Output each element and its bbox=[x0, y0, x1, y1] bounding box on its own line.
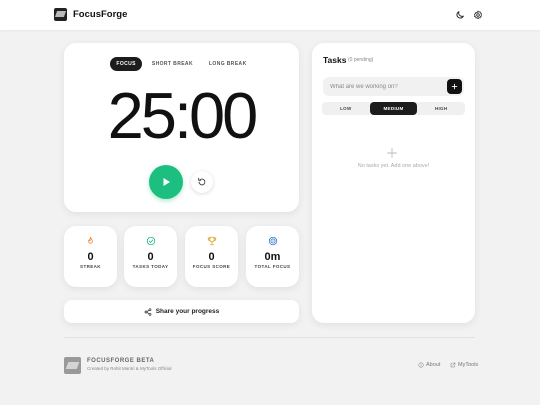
share-label: Share your progress bbox=[155, 308, 220, 315]
timer-display: 25:00 bbox=[107, 79, 259, 152]
about-link[interactable]: About bbox=[418, 362, 440, 368]
stat-label: FOCUS SCORE bbox=[192, 264, 231, 269]
mode-tabs: FOCUS SHORT BREAK LONG BREAK bbox=[64, 57, 299, 71]
reset-button[interactable] bbox=[191, 171, 213, 193]
share-icon bbox=[144, 307, 152, 316]
stat-tasks-today: 0 TASKS TODAY bbox=[124, 226, 177, 287]
priority-medium[interactable]: MEDIUM bbox=[369, 102, 418, 115]
gear-icon[interactable] bbox=[472, 9, 484, 21]
check-circle-icon bbox=[124, 236, 177, 246]
stat-value: 0m bbox=[264, 251, 281, 263]
stat-streak: 0 STREAK bbox=[64, 226, 117, 287]
add-task-button[interactable] bbox=[447, 79, 462, 94]
mytools-label: MyTools bbox=[458, 362, 479, 368]
empty-tasks-message: No tasks yet. Add one above! bbox=[357, 163, 430, 169]
stat-label: TASKS TODAY bbox=[132, 264, 169, 269]
stat-value: 0 bbox=[87, 251, 94, 263]
tab-focus[interactable]: FOCUS bbox=[110, 57, 142, 71]
plus-icon bbox=[451, 83, 458, 90]
play-button[interactable] bbox=[149, 165, 183, 199]
brand-name: FocusForge bbox=[73, 9, 128, 20]
play-icon bbox=[163, 178, 170, 186]
priority-selector: LOW MEDIUM HIGH bbox=[322, 102, 465, 115]
tab-long-break[interactable]: LONG BREAK bbox=[203, 57, 253, 71]
app-header: FocusForge bbox=[0, 0, 540, 30]
footer-subtitle: Created by Rohit Mantri & MyTools Offici… bbox=[87, 366, 172, 371]
empty-plus-icon bbox=[386, 146, 398, 158]
task-input[interactable] bbox=[330, 77, 445, 96]
stat-total-focus: 0m TOTAL FOCUS bbox=[246, 226, 299, 287]
tab-short-break[interactable]: SHORT BREAK bbox=[146, 57, 199, 71]
stat-value: 0 bbox=[147, 251, 154, 263]
priority-high[interactable]: HIGH bbox=[417, 102, 465, 115]
reset-icon bbox=[198, 177, 206, 186]
task-input-wrapper bbox=[323, 77, 464, 96]
target-icon bbox=[246, 236, 299, 246]
share-button[interactable]: Share your progress bbox=[64, 300, 299, 323]
stat-focus-score: 0 FOCUS SCORE bbox=[185, 226, 238, 287]
footer-divider bbox=[64, 337, 475, 338]
stat-value: 0 bbox=[208, 251, 215, 263]
mytools-link[interactable]: MyTools bbox=[450, 362, 478, 368]
priority-low[interactable]: LOW bbox=[322, 102, 370, 115]
flame-icon bbox=[64, 236, 117, 246]
stat-label: TOTAL FOCUS bbox=[254, 264, 291, 269]
trophy-icon bbox=[185, 236, 238, 246]
timer-card: FOCUS SHORT BREAK LONG BREAK 25:00 bbox=[64, 43, 299, 212]
moon-icon[interactable] bbox=[454, 9, 466, 21]
footer-logo bbox=[64, 357, 81, 374]
external-link-icon bbox=[450, 362, 456, 368]
info-icon bbox=[418, 362, 424, 368]
logo bbox=[54, 8, 67, 21]
stat-label: STREAK bbox=[80, 264, 101, 269]
tasks-title: Tasks bbox=[323, 55, 347, 65]
footer-title: FOCUSFORGE BETA bbox=[87, 358, 155, 364]
tasks-pending-count: (0 pending) bbox=[348, 57, 374, 63]
about-label: About bbox=[426, 362, 441, 368]
